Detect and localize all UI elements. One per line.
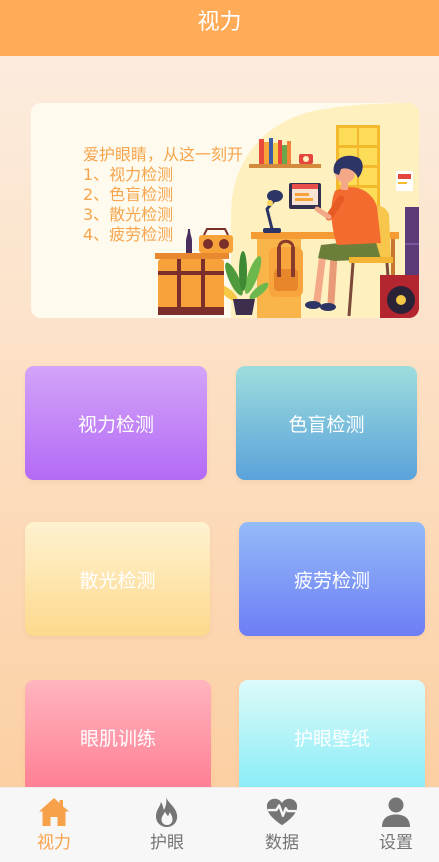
eye-care-wallpaper-button[interactable]: 护眼壁纸 (239, 680, 425, 794)
tab-eye-care[interactable]: 护眼 (127, 795, 207, 857)
tab-settings[interactable]: 设置 (356, 795, 436, 857)
banner-text: 爱护眼睛，从这一刻开 1、视力检测 2、色盲检测 3、散光检测 4、疲劳检测 (83, 145, 243, 245)
banner-item: 4、疲劳检测 (83, 225, 174, 244)
book (273, 143, 278, 164)
app-screen: 视力 爱护眼睛，从这一刻开 1、视力检测 2、色盲检测 3、散光检测 4、疲劳检… (0, 0, 439, 862)
flame-icon (127, 795, 207, 829)
banner-headline: 爱护眼睛，从这一刻开 (83, 145, 244, 164)
tab-label: 护眼 (150, 833, 184, 853)
vision-test-button[interactable]: 视力检测 (25, 366, 207, 480)
plant-pot (233, 299, 255, 315)
record-player (380, 275, 419, 318)
tile-label: 疲劳检测 (293, 569, 370, 592)
plant-leaf (239, 251, 247, 291)
page-title: 视力 (197, 10, 242, 35)
banner-item: 1、视力检测 (83, 165, 174, 184)
window-pane (359, 128, 377, 145)
suitcase-band (158, 271, 224, 275)
book (264, 142, 269, 164)
lamp-bulb (267, 200, 273, 206)
heart-pulse-icon (242, 795, 322, 829)
color-blind-test-button[interactable]: 色盲检测 (236, 366, 417, 480)
book (282, 145, 287, 164)
backpack-strap (291, 247, 295, 277)
eye-muscle-training-button[interactable]: 眼肌训练 (25, 680, 211, 794)
screen-content (295, 193, 309, 196)
eye-care-banner[interactable]: 爱护眼睛，从这一刻开 1、视力检测 2、色盲检测 3、散光检测 4、疲劳检测 (31, 103, 419, 318)
suitcase-strap (177, 259, 181, 315)
cabinet-body (405, 207, 419, 285)
shelf-board (249, 164, 321, 168)
suitcase-base (158, 307, 224, 315)
tab-label: 视力 (37, 833, 71, 853)
suitcase (155, 253, 229, 315)
home-icon (14, 795, 94, 829)
laptop-screen (292, 188, 318, 205)
tile-label: 眼肌训练 (79, 727, 156, 750)
screen-content (295, 198, 313, 201)
chair-seat (349, 257, 393, 263)
book (278, 140, 282, 164)
laptop (289, 183, 321, 209)
suitcase-body (158, 259, 224, 315)
astigmatism-test-button[interactable]: 散光检测 (25, 522, 210, 636)
bottom-tab-bar: 视力 护眼 数据 设置 (0, 787, 439, 862)
tile-label: 色盲检测 (288, 413, 365, 436)
tile-label: 护眼壁纸 (293, 727, 370, 750)
window-pane (339, 128, 357, 145)
tab-vision[interactable]: 视力 (14, 795, 94, 857)
laptop-topbar (292, 184, 318, 189)
banner-item: 2、色盲检测 (83, 185, 174, 204)
top-header: 视力 (0, 0, 439, 56)
book (269, 138, 273, 164)
tab-data[interactable]: 数据 (242, 795, 322, 857)
wall-poster (396, 171, 413, 191)
tab-label: 数据 (265, 833, 299, 853)
clock-face (303, 156, 309, 162)
person-leg (327, 251, 338, 307)
backpack (269, 239, 303, 297)
poster-header (398, 174, 411, 179)
user-icon (356, 795, 436, 829)
person-shoe (320, 303, 336, 311)
cabinet-divider (405, 243, 419, 245)
purple-cabinet (405, 207, 419, 285)
fatigue-test-button[interactable]: 疲劳检测 (239, 522, 425, 636)
side-table-top (155, 253, 229, 259)
suitcase-strap (201, 259, 205, 315)
book (287, 141, 291, 164)
tile-label: 散光检测 (79, 569, 156, 592)
person-shoe (305, 301, 321, 309)
record-label (396, 295, 406, 305)
backpack-strap (277, 247, 281, 277)
poster-line (398, 182, 407, 184)
tile-label: 视力检测 (77, 413, 154, 436)
tab-label: 设置 (379, 833, 413, 853)
banner-item: 3、散光检测 (83, 205, 174, 224)
book (259, 139, 264, 164)
